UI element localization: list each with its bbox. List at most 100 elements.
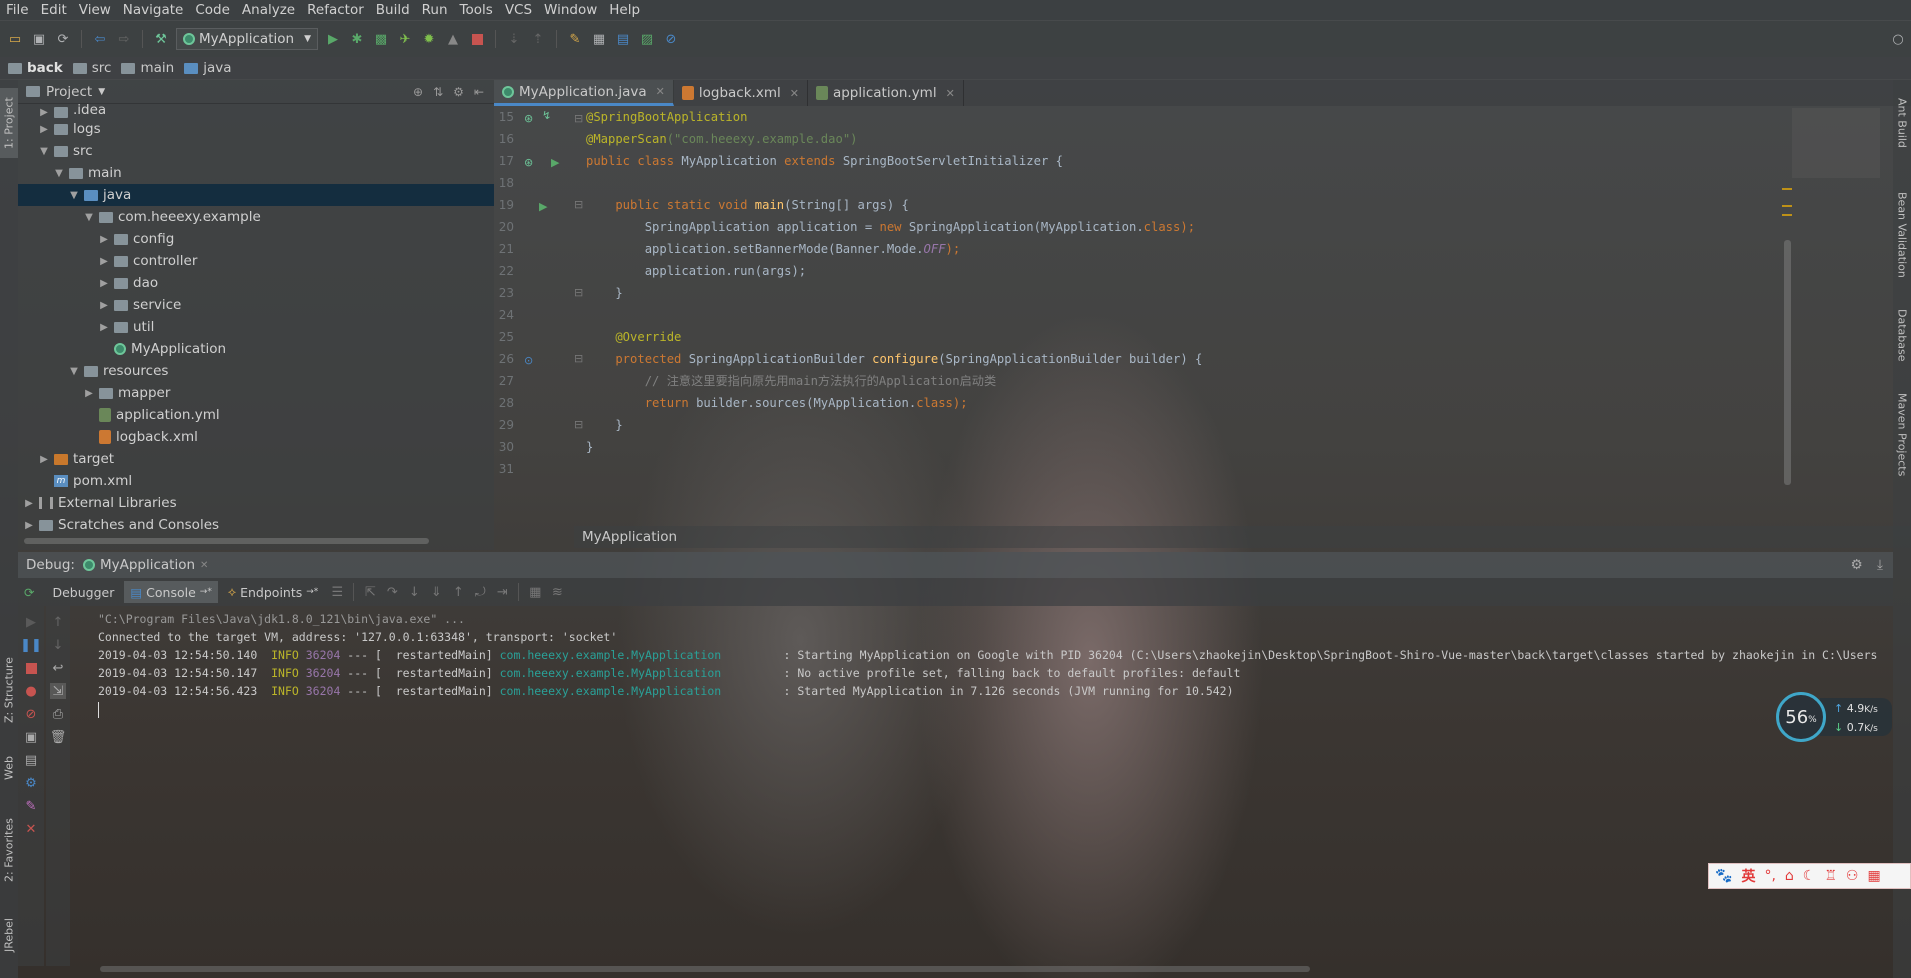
close-icon[interactable]: ✕ <box>656 85 665 98</box>
override-gutter-icon[interactable]: ⊙ <box>524 354 533 367</box>
menu-edit[interactable]: Edit <box>35 2 73 18</box>
expand-arrow-icon[interactable]: ▼ <box>67 190 81 201</box>
collapse-arrow-icon[interactable]: ▶ <box>37 107 51 118</box>
tool-tab-database[interactable]: Database <box>1893 300 1911 370</box>
console-output[interactable]: "C:\Program Files\Java\jdk1.8.0_121\bin\… <box>98 610 1893 950</box>
error-stripe-mark[interactable] <box>1782 214 1792 216</box>
network-speed-widget[interactable]: ↑ 4.9K/s ↓ 0.7K/s 56% <box>1776 692 1894 742</box>
punctuation-icon[interactable]: °, <box>1764 868 1775 884</box>
toolbox-icon[interactable]: ⌂ <box>1785 868 1794 884</box>
fold-icon[interactable]: ⊟ <box>574 418 583 431</box>
gear-icon[interactable]: ⚙ <box>1851 557 1863 573</box>
pin-tab-icon[interactable]: ✎ <box>23 798 39 814</box>
tab-logback-xml[interactable]: logback.xml ✕ <box>674 80 808 106</box>
forward-arrow-icon[interactable]: ⇨ <box>115 30 133 48</box>
moon-icon[interactable]: ☾ <box>1803 868 1816 884</box>
resume-icon[interactable]: ▶ <box>23 614 39 630</box>
tab-debugger[interactable]: Debugger <box>46 581 120 603</box>
collapse-arrow-icon[interactable]: ▶ <box>97 322 111 333</box>
scroll-to-end-icon[interactable]: ⇲ <box>50 683 66 699</box>
menu-tools[interactable]: Tools <box>454 2 499 18</box>
trace-icon[interactable]: ≋ <box>548 583 566 601</box>
breadcrumb-item-main[interactable]: main <box>121 60 174 76</box>
menu-build[interactable]: Build <box>370 2 416 18</box>
menu-code[interactable]: Code <box>189 2 236 18</box>
print-icon[interactable]: ⎙ <box>50 706 66 722</box>
tool-tab-structure[interactable]: Z: Structure <box>0 650 18 730</box>
menu-vcs[interactable]: VCS <box>499 2 538 18</box>
hide-panel-icon[interactable]: ⇤ <box>474 85 484 99</box>
collapse-arrow-icon[interactable]: ▶ <box>97 278 111 289</box>
view-breakpoints-icon[interactable]: ● <box>23 683 39 699</box>
save-all-icon[interactable]: ▣ <box>30 30 48 48</box>
run-gutter-icon[interactable]: ▶ <box>551 156 559 169</box>
breadcrumb-item-java[interactable]: java <box>184 60 232 76</box>
user-icon[interactable]: ⚇ <box>1846 868 1859 884</box>
collapse-arrow-icon[interactable]: ▶ <box>82 388 96 399</box>
collapse-arrow-icon[interactable]: ▶ <box>97 300 111 311</box>
vertical-scrollbar[interactable] <box>1784 240 1791 485</box>
tab-console[interactable]: ▤ Console →* <box>124 581 218 603</box>
no-entry-icon[interactable]: ⊘ <box>662 30 680 48</box>
horizontal-scrollbar[interactable] <box>100 966 1310 972</box>
tree-item-config[interactable]: ▶ config <box>18 228 494 250</box>
sdk-manager-icon[interactable]: ▤ <box>614 30 632 48</box>
menu-refactor[interactable]: Refactor <box>301 2 370 18</box>
tree-item-controller[interactable]: ▶ controller <box>18 250 494 272</box>
error-stripe-mark[interactable] <box>1782 188 1792 190</box>
drop-frame-icon[interactable]: ⤾ <box>471 583 489 601</box>
restore-layout-icon[interactable]: ▤ <box>23 752 39 768</box>
pause-icon[interactable]: ❚❚ <box>20 637 42 653</box>
fold-icon[interactable]: ⊟ <box>574 112 583 125</box>
close-icon[interactable]: ✕ <box>946 87 955 100</box>
tool-tab-bean-validation[interactable]: Bean Validation <box>1893 180 1911 290</box>
up-arrow-icon[interactable]: ↑ <box>50 614 66 630</box>
spring-app-gutter-icon[interactable]: ⊛ <box>524 156 533 169</box>
collapse-arrow-icon[interactable]: ▶ <box>97 234 111 245</box>
tool-tab-web[interactable]: Web <box>0 748 18 788</box>
tool-tab-favorites[interactable]: 2: Favorites <box>0 810 18 890</box>
force-step-into-icon[interactable]: ⇓ <box>427 583 445 601</box>
settings-wrench-icon[interactable]: ✎ <box>566 30 584 48</box>
tree-item-mapper[interactable]: ▶ mapper <box>18 382 494 404</box>
horizontal-scrollbar[interactable] <box>24 538 429 544</box>
close-icon[interactable]: ✕ <box>200 560 208 571</box>
collapse-arrow-icon[interactable]: ▶ <box>37 124 51 135</box>
tool-tab-project[interactable]: 1: Project <box>0 88 18 158</box>
mute-breakpoints-icon[interactable]: ⊘ <box>23 706 39 722</box>
gear-icon[interactable]: ⚙ <box>453 85 464 99</box>
code-minimap[interactable] <box>1792 108 1880 178</box>
stop-icon[interactable] <box>468 30 486 48</box>
menu-navigate[interactable]: Navigate <box>117 2 190 18</box>
collapse-arrow-icon[interactable]: ▶ <box>37 454 51 465</box>
tree-item-application-yml[interactable]: application.yml <box>18 404 494 426</box>
editor-breadcrumb-item[interactable]: MyApplication <box>582 529 677 545</box>
fold-icon[interactable]: ⊟ <box>574 198 583 211</box>
tree-item-main[interactable]: ▼ main <box>18 162 494 184</box>
coverage-icon[interactable]: ▩ <box>372 30 390 48</box>
close-icon[interactable]: ✕ <box>23 821 39 837</box>
tool-tab-maven-projects[interactable]: Maven Projects <box>1893 385 1911 485</box>
vcs-update-icon[interactable]: ⇣ <box>505 30 523 48</box>
chevron-down-icon[interactable]: ▼ <box>98 87 105 97</box>
project-structure-icon[interactable]: ▦ <box>590 30 608 48</box>
search-everywhere-icon[interactable]: ○ <box>1889 30 1907 48</box>
show-execution-point-icon[interactable]: ⇱ <box>361 583 379 601</box>
jrebel-debug-icon[interactable]: ✹ <box>420 30 438 48</box>
paw-icon[interactable]: 🐾 <box>1715 868 1732 884</box>
close-icon[interactable]: ✕ <box>790 87 799 100</box>
breadcrumb-item-back[interactable]: back <box>8 60 63 76</box>
skin-icon[interactable]: ♖ <box>1824 868 1837 884</box>
collapse-arrow-icon[interactable]: ▶ <box>22 520 36 531</box>
expand-arrow-icon[interactable]: ▼ <box>37 146 51 157</box>
menu-run[interactable]: Run <box>416 2 454 18</box>
tool-tab-jrebel[interactable]: JRebel <box>0 905 18 965</box>
tab-endpoints[interactable]: ⟡ Endpoints →* <box>222 581 324 603</box>
menu-window[interactable]: Window <box>538 2 603 18</box>
gear-icon[interactable]: ⚙ <box>23 775 39 791</box>
run-configuration-select[interactable]: MyApplication ▼ <box>176 28 318 50</box>
clear-all-icon[interactable]: 🗑 <box>50 729 67 745</box>
fold-icon[interactable]: ⊟ <box>574 286 583 299</box>
collapse-arrow-icon[interactable]: ▶ <box>22 498 36 509</box>
menu-help[interactable]: Help <box>603 2 646 18</box>
